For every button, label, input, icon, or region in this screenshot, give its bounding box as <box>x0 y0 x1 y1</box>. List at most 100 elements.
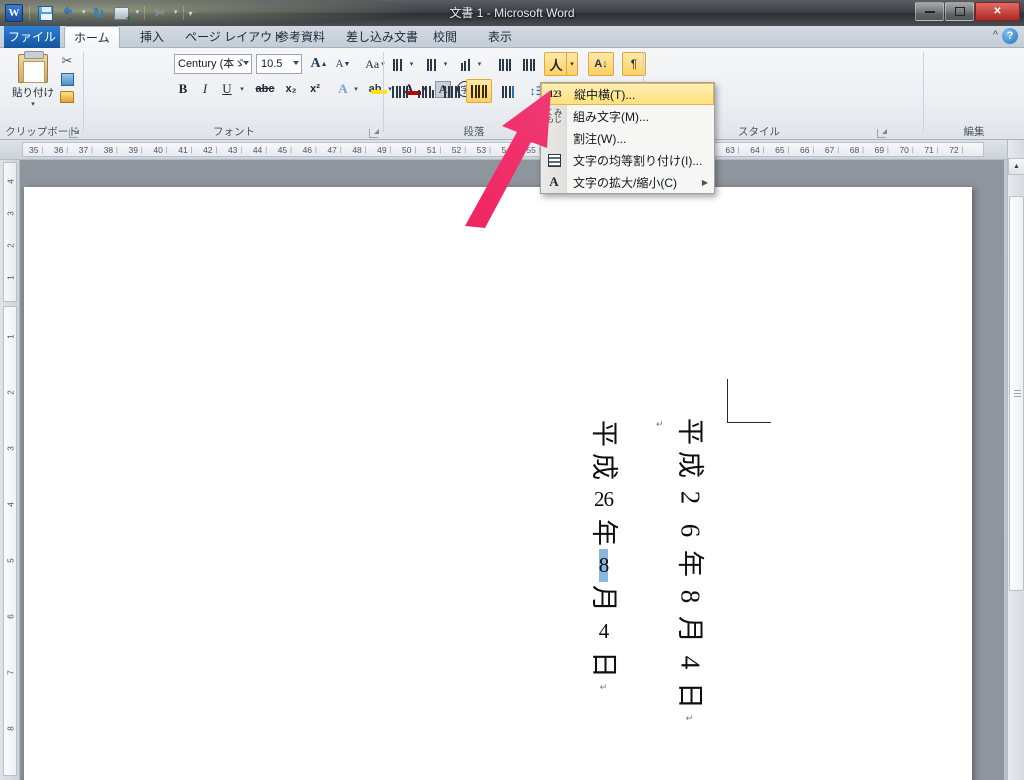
tab-mailings[interactable]: 差し込み文書 <box>337 26 427 48</box>
ruler-tick: 39 <box>128 145 138 155</box>
document-character[interactable]: 4 <box>673 656 706 670</box>
align-center-button[interactable] <box>414 80 438 102</box>
menu-item-2[interactable]: 割注(W)... <box>541 127 714 149</box>
document-character[interactable]: 月 <box>587 585 620 612</box>
cut-button[interactable]: ✂ <box>56 52 78 70</box>
ruler-minor-tick: | <box>91 147 93 154</box>
menu-item-1[interactable]: くみ もじ 組み文字(M)... <box>541 105 714 127</box>
document-canvas[interactable]: 平成 2 6 年 8 月 4 日 ↵ 平成 26 年 8 月 4 日 ↵ ↵ <box>20 160 1004 780</box>
document-character[interactable]: 日 <box>673 682 706 709</box>
underline-icon: U <box>222 81 232 96</box>
minimize-button[interactable] <box>915 2 944 21</box>
document-character[interactable]: 月 <box>673 616 706 643</box>
asian-layout-button[interactable]: 人 <box>544 52 568 76</box>
submenu-arrow-icon: ▶ <box>701 177 708 187</box>
font-size-input[interactable]: 10.5 <box>256 54 302 74</box>
multilevel-list-button[interactable] <box>454 53 476 75</box>
bold-button[interactable]: B <box>172 78 194 100</box>
strikethrough-icon: abc <box>255 83 275 95</box>
menu-item-4[interactable]: A 文字の拡大/縮小(C) ▶ <box>541 171 714 193</box>
document-page[interactable]: 平成 2 6 年 8 月 4 日 ↵ 平成 26 年 8 月 4 日 ↵ ↵ <box>24 187 972 780</box>
shrink-font-button[interactable]: A ▼ <box>332 53 354 75</box>
ruler-tick: 68 <box>849 145 860 155</box>
vertical-scroll-thumb[interactable] <box>1009 196 1024 591</box>
help-icon[interactable]: ? <box>1002 28 1018 44</box>
align-center-icon <box>418 85 434 98</box>
selected-character[interactable]: 8 <box>598 549 609 582</box>
increase-indent-button[interactable] <box>518 53 540 75</box>
document-character[interactable]: 成 <box>673 451 706 478</box>
asian-layout-dropdown[interactable]: ▾ <box>566 52 578 76</box>
font-name-dropdown-icon[interactable] <box>243 61 249 65</box>
close-button[interactable]: ✕ <box>975 2 1020 21</box>
document-character[interactable]: 日 <box>587 651 620 678</box>
tab-references[interactable]: 参考資料 <box>268 26 334 48</box>
text-effects-dropdown[interactable]: ▾ <box>350 78 362 100</box>
justify-button[interactable] <box>466 79 492 103</box>
decrease-indent-button[interactable] <box>494 53 516 75</box>
ruler-minor-tick: | <box>762 147 765 154</box>
ribbon: 貼り付け ▾ ✂ クリップボード Century (本ゞ 10.5 A ▲ A … <box>0 48 1024 140</box>
multilevel-dropdown[interactable]: ▾ <box>474 53 485 75</box>
clipboard-small-buttons: ✂ <box>56 52 78 106</box>
numbering-dropdown[interactable]: ▾ <box>440 53 451 75</box>
text-column-with-tatechuyoko[interactable]: 平成 26 年 8 月 4 日 ↵ <box>587 417 620 693</box>
tab-file[interactable]: ファイル <box>4 26 60 48</box>
ruler-tick: 69 <box>874 145 885 155</box>
document-character[interactable]: 年 <box>587 519 620 546</box>
maximize-button[interactable] <box>945 2 974 21</box>
underline-dropdown-button[interactable]: ▾ <box>236 78 248 100</box>
collapse-ribbon-icon[interactable]: ^ <box>993 29 998 41</box>
chevron-down-icon: ▾ <box>409 61 414 68</box>
font-name-input[interactable]: Century (本ゞ <box>174 54 252 74</box>
paste-dropdown-icon[interactable]: ▾ <box>31 100 35 108</box>
document-character[interactable]: 平 <box>587 420 620 447</box>
tab-home[interactable]: ホーム <box>64 26 120 49</box>
tab-review[interactable]: 校閲 <box>424 26 466 48</box>
distribute-button[interactable] <box>496 80 520 102</box>
ruler-minor-tick: | <box>961 147 964 154</box>
align-top-button[interactable] <box>388 80 412 102</box>
document-character[interactable]: 成 <box>587 453 620 480</box>
ruler-minor-tick: | <box>315 147 317 154</box>
menu-item-0[interactable]: 123 縦中横(T)... <box>541 83 714 105</box>
document-character[interactable]: 4 <box>599 615 609 648</box>
justify-icon <box>471 84 487 98</box>
horizontal-ruler[interactable]: 35 | 36 | 37 | 38 | 39 | 40 | 41 | 42 | 43 | 44 | 45 | 46 | 47 | 4… <box>0 140 1024 160</box>
document-character[interactable]: 8 <box>673 590 706 604</box>
copy-button[interactable] <box>56 70 78 88</box>
bullets-button[interactable] <box>386 53 408 75</box>
document-character[interactable]: 2 <box>673 491 706 505</box>
ruler-minor-tick: | <box>240 147 243 154</box>
scroll-up-button[interactable]: ▲ <box>1008 158 1024 175</box>
tab-view[interactable]: 表示 <box>479 26 521 48</box>
ruler-tick: 65 <box>775 145 785 155</box>
numbering-button[interactable] <box>420 53 442 75</box>
document-character[interactable]: 6 <box>673 524 706 538</box>
clipboard-dialog-launcher[interactable] <box>69 129 79 138</box>
format-painter-button[interactable] <box>56 88 78 106</box>
sort-button[interactable]: A↓ <box>588 52 614 76</box>
document-character[interactable]: 26 <box>594 483 614 516</box>
italic-button[interactable]: I <box>194 78 216 100</box>
text-column-plain-vertical[interactable]: 平成 2 6 年 8 月 4 日 ↵ <box>673 415 706 724</box>
superscript-button[interactable]: x² <box>304 78 326 100</box>
font-size-dropdown-icon[interactable] <box>293 61 299 65</box>
tab-insert[interactable]: 挿入 <box>131 26 173 48</box>
document-character[interactable]: 年 <box>673 550 706 577</box>
menu-item-3[interactable]: 文字の均等割り付け(I)... <box>541 149 714 171</box>
vertical-ruler[interactable]: 4 3 2 1 1 2 3 4 5 6 7 8 <box>0 160 20 780</box>
underline-button[interactable]: U <box>216 78 238 100</box>
grow-font-button[interactable]: A ▲ <box>308 53 330 75</box>
align-bottom-button[interactable] <box>440 80 464 102</box>
subscript-button[interactable]: x₂ <box>280 78 302 100</box>
strikethrough-button[interactable]: abc <box>252 78 278 100</box>
font-dialog-launcher[interactable] <box>369 129 379 138</box>
document-character[interactable]: 平 <box>673 418 706 445</box>
paste-label: 貼り付け <box>12 87 54 99</box>
paste-button[interactable]: 貼り付け ▾ <box>10 51 56 108</box>
vertical-scrollbar[interactable]: ▲ <box>1007 140 1024 780</box>
asian-layout-menu[interactable]: 123 縦中横(T)... くみ もじ 組み文字(M)... 割注(W)... 文字の均等割… <box>540 82 715 194</box>
bullets-dropdown[interactable]: ▾ <box>406 53 417 75</box>
styles-dialog-launcher[interactable] <box>877 129 887 138</box>
